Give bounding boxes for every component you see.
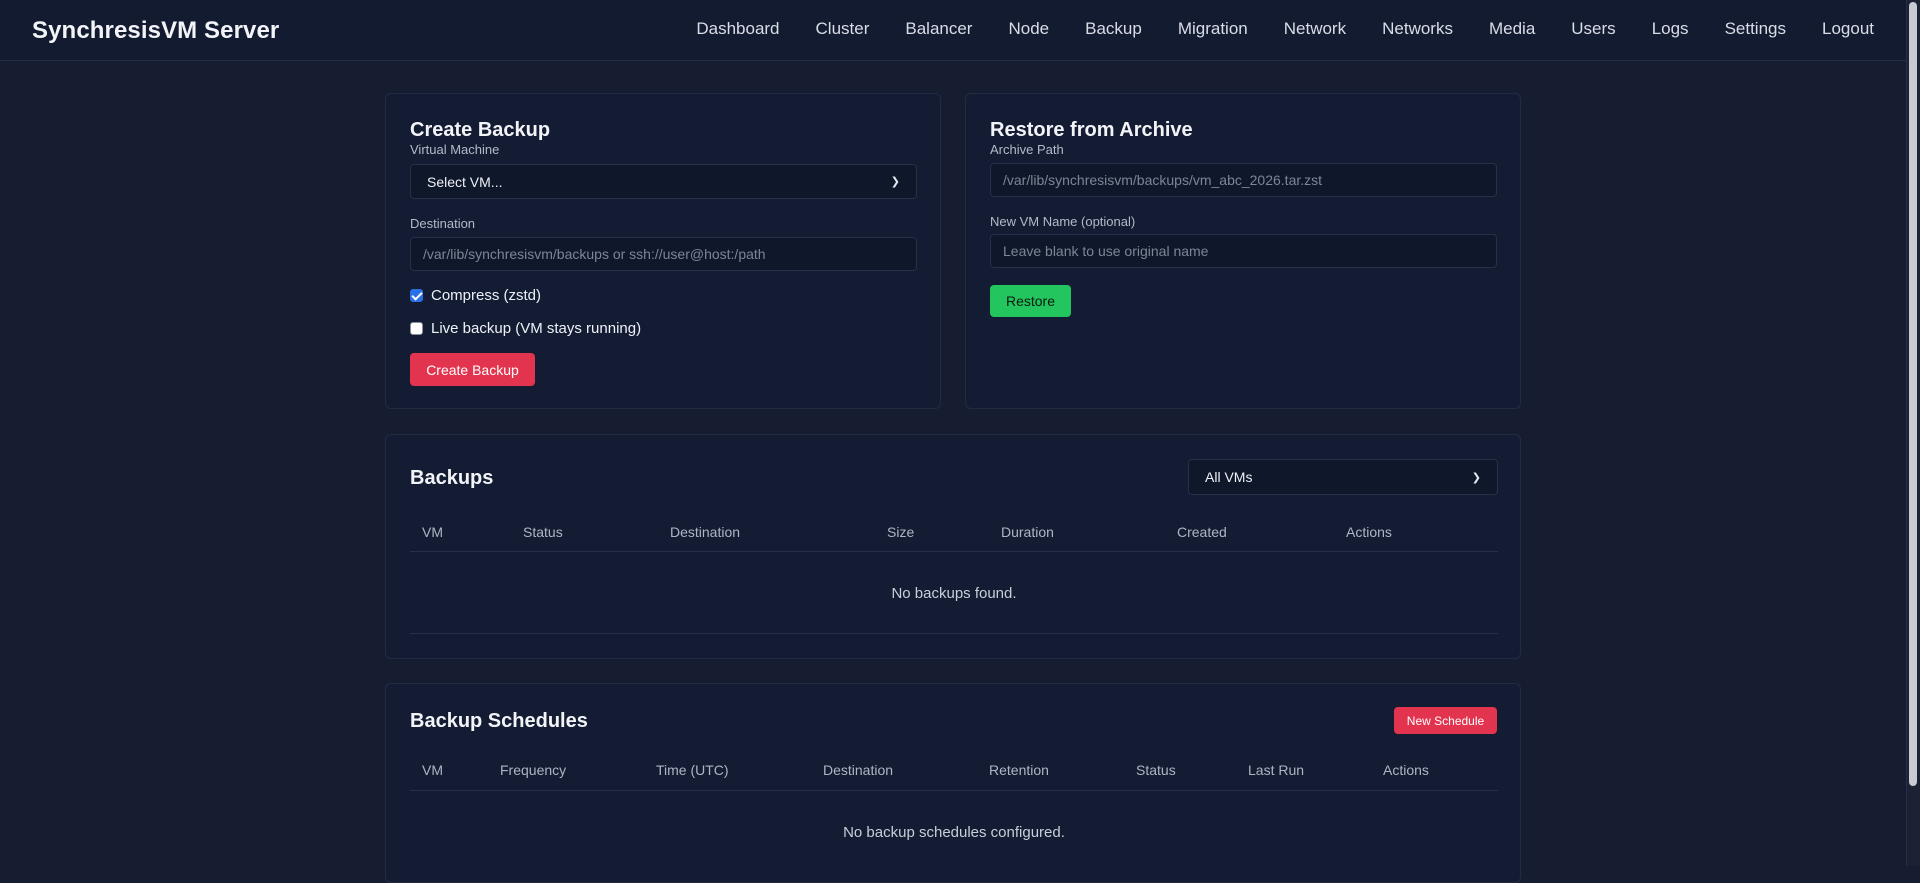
- vm-label: Virtual Machine: [410, 142, 500, 157]
- col-status: Status: [523, 524, 563, 540]
- vm-select-value: Select VM...: [427, 173, 503, 190]
- nav-node[interactable]: Node: [1008, 19, 1049, 39]
- new-schedule-button[interactable]: New Schedule: [1394, 707, 1497, 734]
- app-title: SynchresisVM Server: [32, 17, 280, 44]
- chevron-down-icon: ❯: [890, 176, 900, 188]
- col-retention: Retention: [989, 762, 1049, 778]
- vm-filter-value: All VMs: [1205, 469, 1253, 485]
- create-backup-title: Create Backup: [410, 119, 551, 141]
- nav-networks[interactable]: Networks: [1382, 19, 1453, 39]
- col-size: Size: [887, 524, 915, 540]
- live-backup-checkbox[interactable]: [410, 322, 423, 335]
- col-created: Created: [1177, 524, 1227, 540]
- archive-path-input[interactable]: /var/lib/synchresisvm/backups/vm_abc_202…: [990, 163, 1497, 197]
- backups-card: Backups All VMs ❯ VM Status Destination …: [385, 434, 1521, 659]
- nav-backup[interactable]: Backup: [1085, 19, 1142, 39]
- top-navbar: SynchresisVM Server Dashboard Cluster Ba…: [0, 0, 1906, 61]
- vm-select[interactable]: Select VM... ❯: [410, 164, 917, 199]
- destination-label: Destination: [410, 216, 476, 231]
- schedules-card: Backup Schedules New Schedule VM Frequen…: [385, 683, 1521, 883]
- main-nav: Dashboard Cluster Balancer Node Backup M…: [660, 19, 1874, 39]
- nav-media[interactable]: Media: [1489, 19, 1535, 39]
- col-frequency: Frequency: [500, 762, 567, 778]
- scrollbar-thumb[interactable]: [1909, 2, 1917, 786]
- backups-title: Backups: [410, 467, 494, 489]
- chevron-down-icon: ❯: [1471, 471, 1481, 484]
- table-bottom-divider: [410, 633, 1498, 634]
- destination-input[interactable]: /var/lib/synchresisvm/backups or ssh://u…: [410, 237, 917, 271]
- col-time: Time (UTC): [656, 762, 729, 778]
- nav-settings[interactable]: Settings: [1725, 19, 1786, 39]
- col-destination: Destination: [670, 524, 741, 540]
- live-backup-option[interactable]: Live backup (VM stays running): [410, 320, 641, 337]
- new-vm-name-label: New VM Name (optional): [990, 214, 1136, 229]
- compress-option[interactable]: Compress (zstd): [410, 287, 541, 304]
- nav-balancer[interactable]: Balancer: [905, 19, 972, 39]
- col-duration: Duration: [1001, 524, 1054, 540]
- backups-empty-message: No backups found.: [891, 585, 1017, 602]
- archive-path-label: Archive Path: [990, 142, 1064, 157]
- create-backup-card: Create Backup Virtual Machine Select VM.…: [385, 93, 941, 409]
- nav-dashboard[interactable]: Dashboard: [696, 19, 779, 39]
- schedules-empty-message: No backup schedules configured.: [843, 824, 1065, 841]
- schedules-title: Backup Schedules: [410, 710, 588, 732]
- create-backup-button[interactable]: Create Backup: [410, 353, 535, 386]
- vm-filter-select[interactable]: All VMs ❯: [1188, 459, 1498, 495]
- restore-button[interactable]: Restore: [990, 285, 1071, 317]
- nav-logs[interactable]: Logs: [1652, 19, 1689, 39]
- nav-users[interactable]: Users: [1571, 19, 1615, 39]
- compress-label: Compress (zstd): [431, 287, 542, 304]
- col-actions: Actions: [1346, 524, 1392, 540]
- col-destination: Destination: [823, 762, 894, 778]
- compress-checkbox[interactable]: [410, 289, 423, 302]
- col-vm: VM: [422, 524, 443, 540]
- restore-title: Restore from Archive: [990, 119, 1193, 141]
- nav-logout[interactable]: Logout: [1822, 19, 1874, 39]
- col-actions: Actions: [1383, 762, 1429, 778]
- restore-card: Restore from Archive Archive Path /var/l…: [965, 93, 1521, 409]
- col-last-run: Last Run: [1248, 762, 1305, 778]
- new-vm-name-input[interactable]: Leave blank to use original name: [990, 234, 1497, 268]
- nav-network[interactable]: Network: [1284, 19, 1346, 39]
- col-vm: VM: [422, 762, 443, 778]
- page-scrollbar[interactable]: [1906, 0, 1920, 866]
- header-divider: [410, 790, 1498, 791]
- nav-cluster[interactable]: Cluster: [816, 19, 870, 39]
- col-status: Status: [1136, 762, 1176, 778]
- live-backup-label: Live backup (VM stays running): [431, 320, 642, 337]
- header-divider: [410, 551, 1498, 552]
- nav-migration[interactable]: Migration: [1178, 19, 1248, 39]
